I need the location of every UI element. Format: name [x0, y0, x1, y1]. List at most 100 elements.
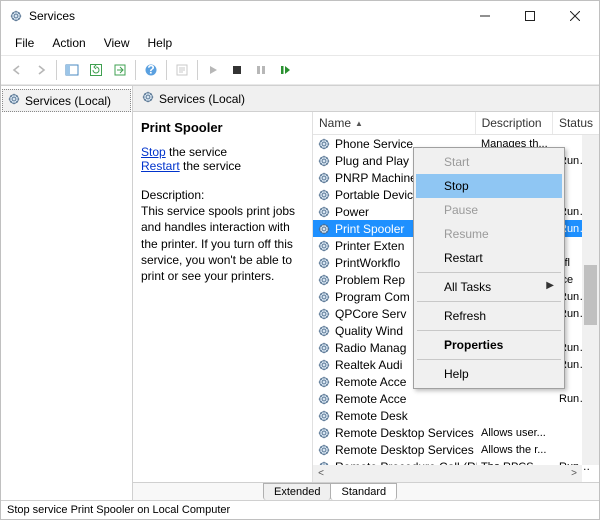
- menu-file[interactable]: File: [7, 33, 42, 53]
- service-row[interactable]: Remote Desktop Services U...Allows the r…: [313, 441, 599, 458]
- service-name: Problem Rep: [335, 273, 405, 287]
- service-gear-icon: [317, 375, 331, 389]
- vertical-scrollbar[interactable]: [582, 135, 599, 465]
- service-desc: Allows the r...: [477, 444, 555, 456]
- service-gear-icon: [317, 188, 331, 202]
- horizontal-scrollbar[interactable]: <>: [313, 465, 582, 482]
- tree-gear-icon: [7, 92, 21, 109]
- restart-service-button[interactable]: [273, 58, 297, 82]
- service-name: Remote Acce: [335, 392, 406, 406]
- restart-suffix: the service: [180, 159, 241, 173]
- ctx-start: Start: [416, 150, 562, 174]
- stop-service-button[interactable]: [225, 58, 249, 82]
- col-description[interactable]: Description: [476, 112, 553, 134]
- service-name: Phone Service: [335, 137, 413, 151]
- service-gear-icon: [317, 358, 331, 372]
- svg-text:?: ?: [147, 63, 154, 77]
- service-name: Remote Desktop Services: [335, 426, 474, 440]
- service-name: Remote Acce: [335, 375, 406, 389]
- stop-link[interactable]: Stop: [141, 145, 166, 159]
- pause-service-button[interactable]: [249, 58, 273, 82]
- menu-view[interactable]: View: [96, 33, 138, 53]
- scroll-right-icon[interactable]: >: [566, 468, 582, 479]
- titlebar: Services: [1, 1, 599, 31]
- col-status[interactable]: Status: [553, 112, 599, 134]
- refresh-button[interactable]: [84, 58, 108, 82]
- content-header: Services (Local): [133, 86, 599, 112]
- service-gear-icon: [317, 171, 331, 185]
- service-gear-icon: [317, 205, 331, 219]
- maximize-button[interactable]: [507, 2, 552, 30]
- scroll-thumb[interactable]: [584, 265, 597, 325]
- tree-root-label: Services (Local): [25, 94, 111, 108]
- scroll-left-icon[interactable]: <: [313, 468, 329, 479]
- service-name: Quality Wind: [335, 324, 403, 338]
- ctx-properties[interactable]: Properties: [416, 333, 562, 357]
- service-name: Printer Exten: [335, 239, 404, 253]
- show-hide-button[interactable]: [60, 58, 84, 82]
- desc-label: Description:: [141, 187, 304, 203]
- forward-button[interactable]: [29, 58, 53, 82]
- service-row[interactable]: Remote Desktop ServicesAllows user...: [313, 424, 599, 441]
- ctx-help[interactable]: Help: [416, 362, 562, 386]
- service-gear-icon: [317, 443, 331, 457]
- service-gear-icon: [317, 341, 331, 355]
- service-gear-icon: [317, 239, 331, 253]
- app-icon: [9, 9, 23, 23]
- menubar: File Action View Help: [1, 31, 599, 55]
- service-gear-icon: [317, 426, 331, 440]
- ctx-restart[interactable]: Restart: [416, 246, 562, 270]
- ctx-all-tasks[interactable]: All Tasks▶: [416, 275, 562, 299]
- service-name: Remote Desktop Services U...: [335, 443, 477, 457]
- ctx-resume: Resume: [416, 222, 562, 246]
- ctx-pause: Pause: [416, 198, 562, 222]
- tree-pane: Services (Local): [1, 86, 133, 500]
- menu-help[interactable]: Help: [140, 33, 181, 53]
- menu-action[interactable]: Action: [44, 33, 93, 53]
- service-gear-icon: [317, 307, 331, 321]
- header-title: Services (Local): [159, 92, 245, 106]
- tab-extended[interactable]: Extended: [263, 483, 331, 500]
- detail-pane: Print Spooler Stop the service Restart t…: [133, 112, 313, 482]
- stop-suffix: the service: [166, 145, 227, 159]
- service-gear-icon: [317, 273, 331, 287]
- submenu-arrow-icon: ▶: [546, 280, 554, 291]
- tree-root-item[interactable]: Services (Local): [2, 89, 131, 112]
- window-title: Services: [29, 9, 462, 23]
- service-desc: Allows user...: [477, 427, 555, 439]
- start-service-button[interactable]: [201, 58, 225, 82]
- help-button[interactable]: ?: [139, 58, 163, 82]
- service-name: QPCore Serv: [335, 307, 406, 321]
- minimize-button[interactable]: [462, 2, 507, 30]
- view-tabs: Extended Standard: [133, 482, 599, 500]
- service-name: PrintWorkflo: [335, 256, 400, 270]
- service-name: Remote Desk: [335, 409, 408, 423]
- col-name[interactable]: Name ▲: [313, 112, 476, 134]
- sort-asc-icon: ▲: [355, 119, 363, 128]
- ctx-stop[interactable]: Stop: [416, 174, 562, 198]
- toolbar: ?: [1, 55, 599, 85]
- back-button[interactable]: [5, 58, 29, 82]
- detail-service-name: Print Spooler: [141, 120, 304, 135]
- export-button[interactable]: [108, 58, 132, 82]
- service-gear-icon: [317, 409, 331, 423]
- service-gear-icon: [317, 392, 331, 406]
- ctx-refresh[interactable]: Refresh: [416, 304, 562, 328]
- service-row[interactable]: Remote AcceRunning: [313, 390, 599, 407]
- service-row[interactable]: Remote Desk: [313, 407, 599, 424]
- service-gear-icon: [317, 222, 331, 236]
- status-bar: Stop service Print Spooler on Local Comp…: [1, 500, 599, 519]
- properties-button[interactable]: [170, 58, 194, 82]
- service-name: Realtek Audi: [335, 358, 402, 372]
- service-gear-icon: [317, 324, 331, 338]
- service-gear-icon: [317, 137, 331, 151]
- restart-link[interactable]: Restart: [141, 159, 180, 173]
- service-name: Print Spooler: [335, 222, 404, 236]
- close-button[interactable]: [552, 2, 597, 30]
- service-gear-icon: [317, 154, 331, 168]
- service-name: Power: [335, 205, 369, 219]
- header-gear-icon: [141, 90, 155, 107]
- tab-standard[interactable]: Standard: [330, 483, 397, 500]
- context-menu: Start Stop Pause Resume Restart All Task…: [413, 147, 565, 389]
- service-name: Radio Manag: [335, 341, 406, 355]
